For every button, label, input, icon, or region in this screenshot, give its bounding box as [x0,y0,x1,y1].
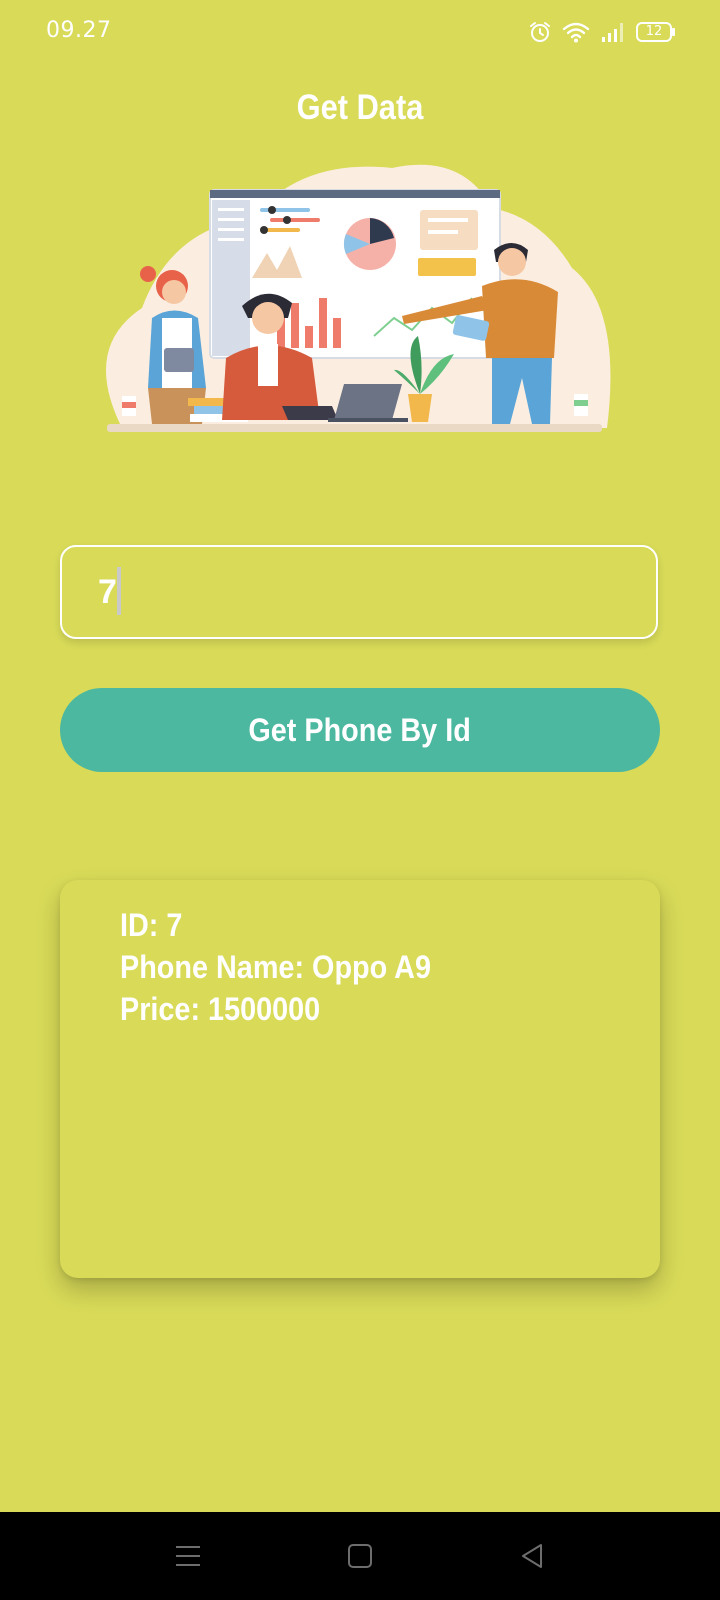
text-cursor [117,567,121,615]
status-icons: 12 [528,18,676,46]
wifi-icon [562,20,590,44]
signal-icon [600,20,626,44]
get-phone-by-id-button[interactable]: Get Phone By Id [60,688,660,772]
result-text: ID: 7 Phone Name: Oppo A9 Price: 1500000 [120,904,431,1030]
phone-id-input[interactable] [60,545,658,639]
result-id: ID: 7 [120,907,183,943]
menu-icon[interactable] [166,1534,210,1578]
result-card: ID: 7 Phone Name: Oppo A9 Price: 1500000 [60,880,660,1278]
status-bar: 09.27 12 [0,0,720,64]
system-nav-bar [0,1512,720,1600]
battery-level-text: 12 [645,24,663,39]
battery-icon: 12 [636,21,676,43]
home-icon[interactable] [338,1534,382,1578]
back-icon[interactable] [510,1534,554,1578]
result-phone-name: Phone Name: Oppo A9 [120,949,431,985]
team-dashboard-illustration [106,164,611,432]
get-phone-by-id-button-label: Get Phone By Id [248,711,472,748]
page-title: Get Data [296,88,424,127]
status-time: 09.27 [46,18,112,43]
alarm-icon [528,20,552,44]
result-price: Price: 1500000 [120,991,321,1027]
